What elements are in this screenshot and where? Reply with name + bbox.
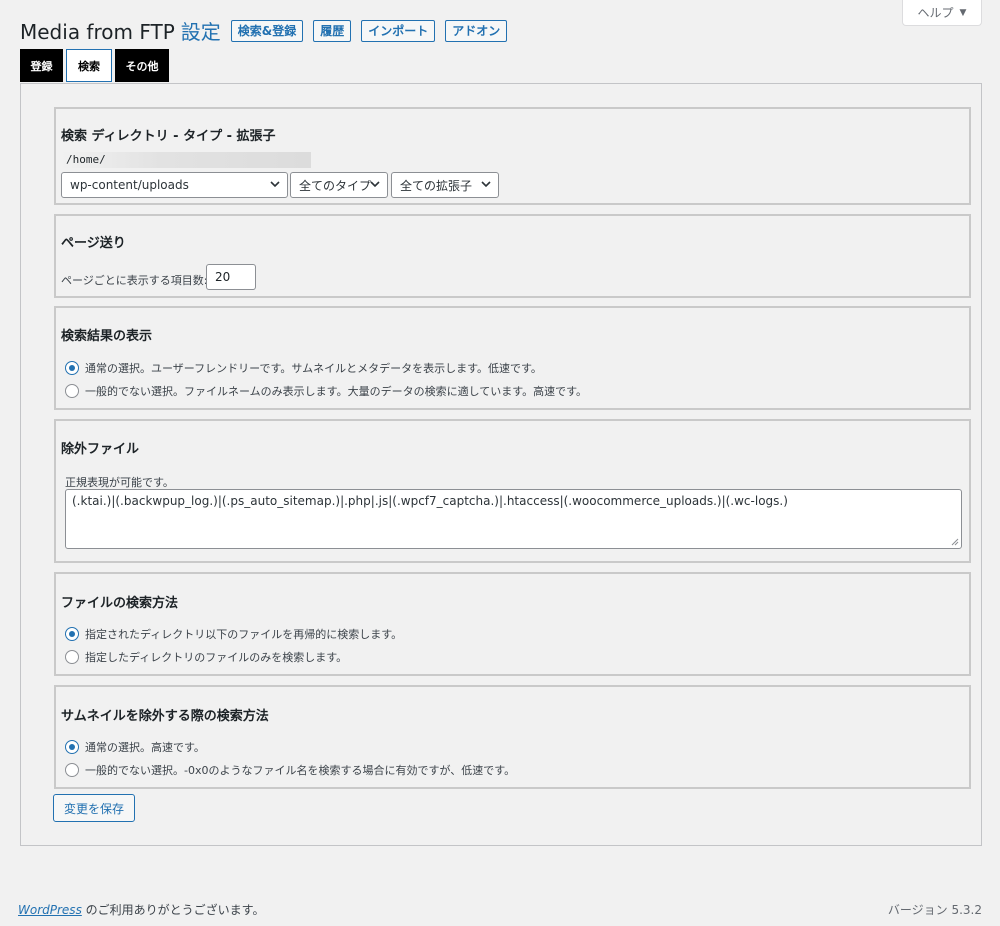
resize-handle-icon[interactable] — [951, 538, 959, 546]
display-option-normal[interactable]: 通常の選択。ユーザーフレンドリーです。サムネイルとメタデータを表示します。低速で… — [65, 360, 542, 376]
pagination-section-title: ページ送り — [61, 236, 126, 251]
directory-select-value: wp-content/uploads — [70, 178, 189, 192]
display-section: 検索結果の表示 通常の選択。ユーザーフレンドリーです。サムネイルとメタデータを表… — [54, 306, 971, 410]
regex-note: 正規表現が可能です。 — [65, 476, 174, 489]
display-option-normal-label: 通常の選択。ユーザーフレンドリーです。サムネイルとメタデータを表示します。低速で… — [85, 362, 542, 375]
tab-other[interactable]: その他 — [115, 49, 169, 82]
addon-button[interactable]: アドオン — [445, 19, 508, 42]
footer-thanks: WordPress のご利用ありがとうございます。 — [18, 901, 264, 918]
search-method-recursive[interactable]: 指定されたディレクトリ以下のファイルを再帰的に検索します。 — [65, 626, 402, 642]
directory-section-title: 検索 ディレクトリ - タイプ - 拡張子 — [61, 129, 276, 144]
items-per-page-label: ページごとに表示する項目数: — [61, 274, 208, 287]
search-method-flat[interactable]: 指定したディレクトリのファイルのみを検索します。 — [65, 649, 347, 665]
settings-tabs: 登録 検索 その他 — [20, 49, 172, 82]
extension-select[interactable]: 全ての拡張子 — [391, 172, 499, 198]
items-per-page-input[interactable]: 20 — [206, 264, 256, 290]
extension-select-value: 全ての拡張子 — [400, 178, 473, 193]
exclude-textarea-value: (.ktai.)|(.backwpup_log.)|(.ps_auto_site… — [72, 494, 788, 508]
radio-checked[interactable] — [65, 361, 79, 375]
footer-version: バージョン 5.3.2 — [887, 903, 982, 917]
exclude-textarea[interactable]: (.ktai.)|(.backwpup_log.)|(.ps_auto_site… — [65, 489, 962, 549]
footer-thanks-text: のご利用ありがとうございます。 — [81, 903, 265, 917]
radio-unchecked[interactable] — [65, 763, 79, 777]
thumbnail-method-section-title: サムネイルを除外する際の検索方法 — [61, 709, 269, 724]
thumb-method-alt[interactable]: 一般的でない選択。-0x0のようなファイル名を検索する場合に有効ですが、低速です… — [65, 762, 515, 778]
type-select-value: 全てのタイプ — [299, 178, 372, 193]
thumb-method-normal-label: 通常の選択。高速です。 — [85, 741, 205, 754]
settings-link[interactable]: 設定 — [181, 20, 221, 44]
radio-checked[interactable] — [65, 740, 79, 754]
exclude-section: 除外ファイル 正規表現が可能です。 (.ktai.)|(.backwpup_lo… — [54, 419, 971, 563]
search-method-flat-label: 指定したディレクトリのファイルのみを検索します。 — [85, 651, 348, 664]
radio-checked[interactable] — [65, 627, 79, 641]
type-select[interactable]: 全てのタイプ — [290, 172, 388, 198]
help-tab[interactable]: ヘルプ ▼ — [902, 0, 982, 26]
search-method-section-title: ファイルの検索方法 — [61, 596, 179, 611]
radio-unchecked[interactable] — [65, 650, 79, 664]
display-option-fast[interactable]: 一般的でない選択。ファイルネームのみ表示します。大量のデータの検索に適しています… — [65, 383, 587, 399]
help-label: ヘルプ — [917, 6, 954, 20]
directory-section: 検索 ディレクトリ - タイプ - 拡張子 /home/ wp-content/… — [54, 107, 971, 205]
display-option-fast-label: 一般的でない選択。ファイルネームのみ表示します。大量のデータの検索に適しています… — [85, 385, 588, 398]
pagination-section: ページ送り ページごとに表示する項目数: 20 — [54, 214, 971, 298]
plugin-name: Media from FTP — [20, 20, 175, 44]
tab-register[interactable]: 登録 — [20, 49, 63, 82]
caret-down-icon: ▼ — [959, 7, 967, 18]
wordpress-link[interactable]: WordPress — [18, 903, 82, 917]
page-title: Media from FTP 設定 — [20, 16, 221, 45]
directory-select[interactable]: wp-content/uploads — [61, 172, 288, 198]
thumb-method-normal[interactable]: 通常の選択。高速です。 — [65, 739, 205, 755]
radio-unchecked[interactable] — [65, 384, 79, 398]
settings-panel: 検索 ディレクトリ - タイプ - 拡張子 /home/ wp-content/… — [20, 83, 982, 846]
save-changes-button[interactable]: 変更を保存 — [53, 794, 135, 822]
search-register-button[interactable]: 検索&登録 — [230, 19, 304, 42]
thumbnail-method-section: サムネイルを除外する際の検索方法 通常の選択。高速です。 一般的でない選択。-0… — [54, 685, 971, 789]
search-method-recursive-label: 指定されたディレクトリ以下のファイルを再帰的に検索します。 — [85, 628, 403, 641]
thumb-method-alt-label: 一般的でない選択。-0x0のようなファイル名を検索する場合に有効ですが、低速です… — [85, 764, 516, 777]
tab-search[interactable]: 検索 — [66, 49, 112, 82]
import-button[interactable]: インポート — [361, 19, 436, 42]
chevron-down-icon — [270, 181, 280, 188]
base-path-label: /home/ — [66, 153, 106, 166]
chevron-down-icon — [481, 181, 491, 188]
chevron-down-icon — [370, 181, 380, 188]
history-button[interactable]: 履歴 — [313, 19, 352, 42]
display-section-title: 検索結果の表示 — [61, 329, 153, 344]
exclude-section-title: 除外ファイル — [61, 442, 140, 457]
page-header: Media from FTP 設定 検索&登録 履歴 インポート アドオン — [20, 16, 508, 45]
search-method-section: ファイルの検索方法 指定されたディレクトリ以下のファイルを再帰的に検索します。 … — [54, 572, 971, 676]
